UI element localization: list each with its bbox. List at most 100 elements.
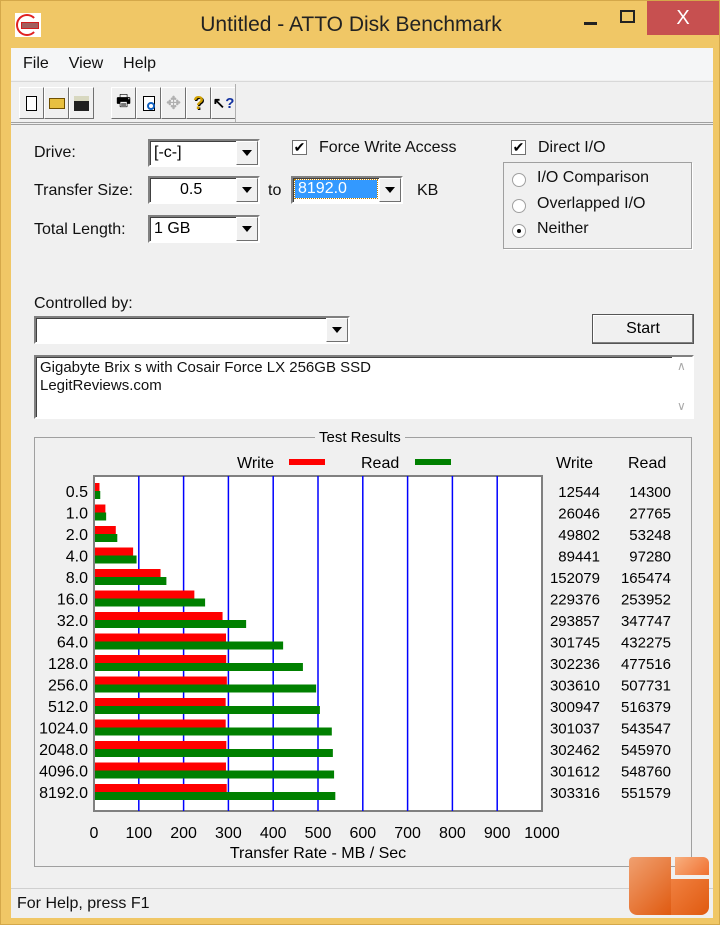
- x-tick-label: 900: [484, 825, 511, 842]
- total-length-select[interactable]: 1 GB: [148, 215, 260, 243]
- y-tick-label: 16.0: [57, 592, 88, 609]
- read-bar: [95, 598, 206, 607]
- legend-write-label: Write: [237, 455, 274, 472]
- read-bar: [95, 663, 303, 671]
- read-bar: [95, 620, 247, 628]
- write-value: 303610: [550, 678, 600, 695]
- read-value: 551579: [621, 785, 671, 802]
- read-value: 53248: [629, 527, 671, 544]
- read-bar: [95, 770, 335, 779]
- overlapped-io-radio[interactable]: [512, 199, 526, 213]
- move-icon: ✥: [165, 92, 182, 113]
- checkmark-icon: ✔: [293, 139, 306, 155]
- y-tick-label: 256.0: [48, 678, 88, 695]
- y-tick-label: 1024.0: [39, 721, 88, 738]
- menu-view[interactable]: View: [57, 55, 111, 73]
- save-disk-icon: [74, 95, 89, 111]
- description-scrollbar[interactable]: ∧ ∨: [672, 357, 692, 417]
- write-bar: [95, 676, 227, 685]
- read-value: 27765: [629, 506, 671, 523]
- total-length-dropdown-button[interactable]: [236, 217, 258, 241]
- write-value: 301612: [550, 764, 600, 781]
- save-button[interactable]: [69, 87, 94, 119]
- write-column-header: Write: [556, 455, 593, 472]
- write-value: 229376: [550, 592, 600, 609]
- io-comparison-radio[interactable]: [512, 173, 526, 187]
- write-value: 12544: [558, 484, 600, 501]
- read-bar: [95, 706, 320, 714]
- y-tick-label: 32.0: [57, 613, 88, 630]
- app-window: Untitled - ATTO Disk Benchmark X File Vi…: [0, 0, 720, 925]
- chevron-down-icon: [242, 226, 252, 232]
- read-bar: [95, 577, 167, 585]
- print-button[interactable]: 🖶: [111, 87, 136, 119]
- x-tick-label: 1000: [524, 825, 560, 842]
- write-value: 152079: [550, 570, 600, 587]
- read-bar: [95, 792, 336, 800]
- context-help-icon: ↖?: [212, 95, 235, 112]
- drive-label: Drive:: [34, 144, 76, 161]
- drive-select[interactable]: [-c-]: [148, 139, 260, 167]
- menu-help[interactable]: Help: [111, 55, 164, 73]
- start-button[interactable]: Start: [592, 314, 694, 344]
- write-bar: [95, 633, 227, 642]
- write-bar: [95, 547, 134, 556]
- transfer-size-to-value: 8192.0: [294, 179, 378, 199]
- close-button[interactable]: X: [647, 1, 719, 35]
- y-tick-label: 128.0: [48, 656, 88, 673]
- read-value: 548760: [621, 764, 671, 781]
- drive-dropdown-button[interactable]: [236, 141, 258, 165]
- move-button[interactable]: ✥: [161, 87, 186, 119]
- x-tick-label: 700: [394, 825, 421, 842]
- write-bar: [95, 526, 116, 534]
- write-bar: [95, 762, 226, 771]
- settings-panel: Drive: [-c-] ✔ Force Write Access ✔ Dire…: [11, 124, 713, 900]
- read-bar: [95, 641, 284, 650]
- io-options-group: I/O Comparison Overlapped I/O Neither: [503, 162, 692, 249]
- description-line-2: LegitReviews.com: [40, 377, 162, 394]
- transfer-to-dropdown-button[interactable]: [379, 178, 401, 202]
- chevron-down-icon: [332, 327, 342, 333]
- read-value: 507731: [621, 678, 671, 695]
- test-results-group: Test Results Write Read 0 100 200 300 400 500 60…: [34, 429, 692, 867]
- transfer-from-dropdown-button[interactable]: [236, 178, 258, 202]
- maximize-button[interactable]: [613, 1, 643, 35]
- minimize-icon: [584, 22, 597, 25]
- context-help-button[interactable]: ↖?: [211, 87, 236, 119]
- neither-radio[interactable]: [512, 224, 526, 238]
- open-folder-icon: [48, 97, 65, 109]
- menu-file[interactable]: File: [11, 55, 57, 73]
- minimize-button[interactable]: [569, 1, 613, 35]
- controlled-by-dropdown-button[interactable]: [326, 318, 348, 342]
- x-tick-label: 400: [260, 825, 287, 842]
- scroll-down-icon[interactable]: ∨: [677, 399, 686, 413]
- y-tick-label: 4.0: [66, 549, 88, 566]
- open-button[interactable]: [44, 87, 69, 119]
- maximize-icon: [620, 10, 635, 23]
- transfer-size-from-select[interactable]: 0.5: [148, 176, 260, 204]
- print-preview-button[interactable]: [136, 87, 161, 119]
- transfer-size-from-value: 0.5: [180, 181, 203, 198]
- controlled-by-select[interactable]: [34, 316, 350, 344]
- read-bar: [95, 512, 107, 521]
- write-value: 300947: [550, 699, 600, 716]
- title-bar[interactable]: Untitled - ATTO Disk Benchmark X: [1, 1, 720, 47]
- read-value: 97280: [629, 549, 671, 566]
- y-tick-label: 8.0: [66, 570, 88, 587]
- legitreviews-watermark-logo: [629, 857, 709, 915]
- transfer-size-to-select[interactable]: 8192.0: [291, 176, 403, 204]
- x-tick-label: 800: [439, 825, 466, 842]
- total-length-value: 1 GB: [154, 220, 191, 237]
- description-textarea[interactable]: Gigabyte Brix s with Cosair Force LX 256…: [34, 355, 694, 419]
- y-tick-label: 2.0: [66, 527, 88, 544]
- y-tick-label: 8192.0: [39, 785, 88, 802]
- write-bar: [95, 698, 226, 706]
- scroll-up-icon[interactable]: ∧: [677, 359, 686, 373]
- new-button[interactable]: [19, 87, 44, 119]
- force-write-checkbox[interactable]: ✔: [292, 140, 307, 155]
- help-button[interactable]: ?: [186, 87, 211, 119]
- transfer-size-label: Transfer Size:: [34, 182, 133, 199]
- direct-io-checkbox[interactable]: ✔: [511, 140, 526, 155]
- x-tick-label: 200: [170, 825, 197, 842]
- status-text: For Help, press F1: [17, 895, 150, 912]
